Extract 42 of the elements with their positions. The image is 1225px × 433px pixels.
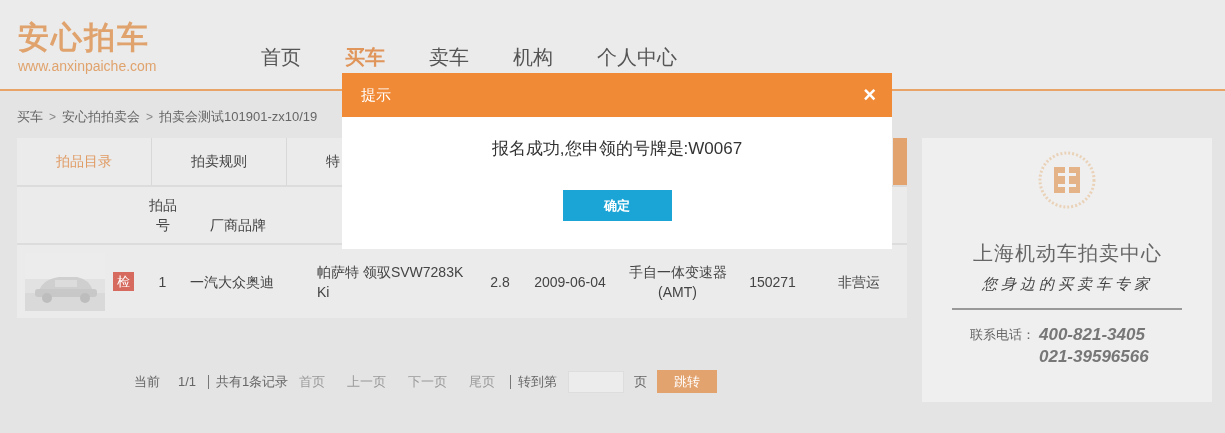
column-header: 拍品号: [147, 196, 178, 235]
breadcrumb-separator: >: [49, 109, 56, 126]
tab[interactable]: 拍品目录: [17, 138, 152, 185]
phone-number: 021-39596566: [1039, 346, 1149, 368]
inspection-badge: 检: [113, 272, 134, 291]
record-count: 共有1条记录: [216, 372, 289, 391]
nav-link[interactable]: 个人中心: [597, 44, 677, 70]
auction-emblem-icon: [1037, 150, 1097, 210]
breadcrumb-link[interactable]: 买车: [17, 108, 43, 126]
site-url: www.anxinpaiche.com: [18, 58, 157, 74]
breadcrumb-link[interactable]: 安心拍拍卖会: [62, 108, 140, 126]
column-header: 厂商品牌: [209, 216, 267, 235]
page-count: 1/1: [178, 374, 197, 389]
breadcrumb-separator: >: [146, 109, 154, 126]
table-cell-text: 1: [157, 272, 168, 292]
table-cell-text: 非营运: [836, 272, 881, 292]
tab[interactable]: 拍卖规则: [152, 138, 287, 185]
nav-link[interactable]: 卖车: [429, 44, 469, 70]
nav-link[interactable]: 机构: [513, 44, 553, 70]
table-cell-text: 手自一体变速器(AMT): [627, 262, 728, 302]
page-unit: 页: [634, 372, 648, 391]
table-cell-text: 2.8: [489, 272, 511, 292]
table-cell-text: 2009-06-04: [533, 272, 607, 292]
table-cell-text: 一汽大众奥迪: [189, 272, 275, 292]
close-button[interactable]: ×: [859, 84, 880, 106]
contact-label: 联系电话：: [970, 326, 1035, 344]
nav-link[interactable]: 首页: [261, 44, 301, 70]
confirm-button[interactable]: 确定: [562, 190, 672, 221]
goto-label: 转到第: [518, 372, 558, 391]
dialog-title: 提示: [361, 85, 391, 105]
nav-link[interactable]: 买车: [345, 44, 385, 70]
go-button[interactable]: 跳转: [657, 370, 718, 393]
ad-slogan: 您身边的买卖车专家: [981, 275, 1153, 294]
breadcrumb-link[interactable]: 拍卖会测试101901-zx10/19: [159, 108, 318, 126]
table-cell-text: 帕萨特 领驭SVW7283KKi: [316, 262, 465, 302]
tab-bar-accent: [893, 138, 907, 185]
site-logo[interactable]: 安心拍车: [18, 18, 150, 56]
table-cell-text: 150271: [748, 272, 797, 292]
pager-label: 当前: [134, 372, 160, 391]
phone-number: 400-821-3405: [1039, 324, 1146, 346]
ad-title: 上海机动车拍卖中心: [972, 241, 1162, 266]
dialog-message: 报名成功,您申领的号牌是:W0067: [490, 138, 744, 160]
